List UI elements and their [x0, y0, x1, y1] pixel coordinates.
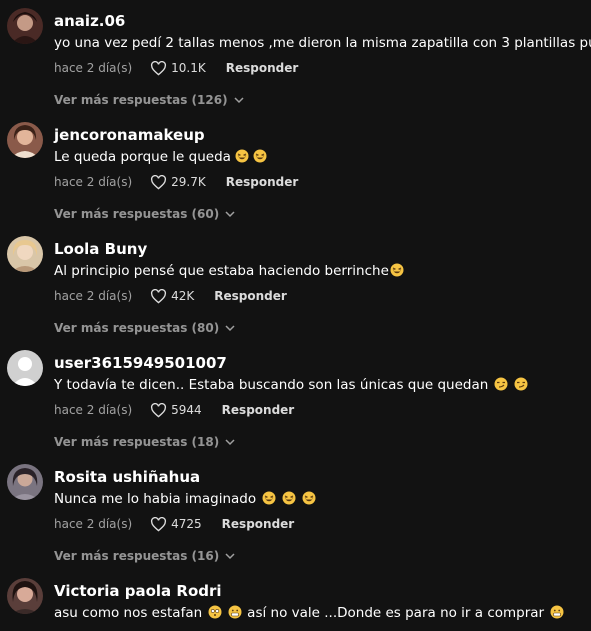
comment-text: Al principio pensé que estaba haciendo b…: [54, 263, 591, 279]
comment-text: yo una vez pedí 2 tallas menos ,me diero…: [54, 35, 591, 51]
comment-username[interactable]: jencoronamakeup: [54, 126, 205, 144]
comment-item: jencoronamakeup Le queda porque le queda…: [0, 114, 591, 228]
comment-username[interactable]: Rosita ushiñahua: [54, 468, 200, 486]
comment-username[interactable]: Victoria paola Rodri: [54, 582, 222, 600]
laughing-emoji-icon: [253, 149, 267, 163]
view-more-replies-label: Ver más respuestas (18): [54, 435, 220, 449]
comment-text-content: asu como nos estafan: [54, 605, 203, 621]
heart-icon: [151, 288, 167, 304]
laughing-emoji-icon: [302, 491, 316, 505]
avatar[interactable]: [7, 8, 43, 44]
heart-icon: [151, 516, 167, 532]
laughing-emoji-icon: [235, 149, 249, 163]
view-more-replies-button[interactable]: Ver más respuestas (16): [54, 547, 235, 565]
avatar[interactable]: [7, 464, 43, 500]
chevron-down-icon: [225, 439, 235, 446]
view-more-replies-button[interactable]: Ver más respuestas (126): [54, 91, 244, 109]
like-button[interactable]: 5944: [150, 402, 202, 418]
laughing-emoji-icon: [390, 263, 404, 277]
chevron-down-icon: [225, 553, 235, 560]
comment-text-content: Nunca me lo habia imaginado: [54, 491, 257, 507]
smirk-emoji-icon: [494, 377, 508, 391]
like-button[interactable]: 4725: [150, 516, 202, 532]
view-more-replies-label: Ver más respuestas (60): [54, 207, 220, 221]
comment-text: asu como nos estafan así no vale ...Donde…: [54, 605, 591, 621]
like-button[interactable]: 42K: [150, 288, 195, 304]
view-more-replies-label: Ver más respuestas (80): [54, 321, 220, 335]
comment-meta: hace 2 día(s) 10.1K Responder: [54, 58, 298, 78]
like-count: 10.1K: [171, 61, 206, 75]
grimace-emoji-icon: [228, 605, 242, 619]
comment-item: Victoria paola Rodri asu como nos estafa…: [0, 570, 591, 631]
comment-meta: hace 2 día(s) 4725 Responder: [54, 514, 294, 534]
avatar[interactable]: [7, 350, 43, 386]
comment-text: Y todavía te dicen.. Estaba buscando son…: [54, 377, 591, 393]
flushed-emoji-icon: [208, 605, 222, 619]
chevron-down-icon: [225, 325, 235, 332]
comment-item: anaiz.06 yo una vez pedí 2 tallas menos …: [0, 0, 591, 114]
comment-time: hace 2 día(s): [54, 403, 133, 417]
like-button[interactable]: 10.1K: [150, 60, 206, 76]
comment-text-content: así no vale ...Donde es para no ir a com…: [247, 605, 545, 621]
comment-time: hace 2 día(s): [54, 175, 133, 189]
comment-meta: hace 2 día(s) 5944 Responder: [54, 400, 294, 420]
comment-text: Nunca me lo habia imaginado: [54, 491, 591, 507]
like-count: 5944: [171, 403, 202, 417]
comment-text-content: Le queda porque le queda: [54, 149, 231, 165]
laughing-emoji-icon: [262, 491, 276, 505]
heart-icon: [151, 174, 167, 190]
view-more-replies-button[interactable]: Ver más respuestas (18): [54, 433, 235, 451]
comment-meta: hace 2 día(s) 29.7K Responder: [54, 172, 298, 192]
default-avatar-icon: [7, 350, 43, 386]
comment-text-content: Al principio pensé que estaba haciendo b…: [54, 263, 389, 279]
heart-icon: [151, 60, 167, 76]
comment-meta: hace 2 día(s) 42K Responder: [54, 286, 287, 306]
comment-text-content: yo una vez pedí 2 tallas menos ,me diero…: [54, 35, 591, 51]
avatar[interactable]: [7, 122, 43, 158]
comment-item: user3615949501007 Y todavía te dicen.. E…: [0, 342, 591, 456]
like-count: 4725: [171, 517, 202, 531]
comment-time: hace 2 día(s): [54, 61, 133, 75]
chevron-down-icon: [225, 211, 235, 218]
comment-username[interactable]: user3615949501007: [54, 354, 227, 372]
avatar[interactable]: [7, 236, 43, 272]
like-button[interactable]: 29.7K: [150, 174, 206, 190]
view-more-replies-label: Ver más respuestas (16): [54, 549, 220, 563]
comment-text-content: Y todavía te dicen.. Estaba buscando son…: [54, 377, 489, 393]
reply-button[interactable]: Responder: [226, 61, 299, 75]
reply-button[interactable]: Responder: [214, 289, 287, 303]
heart-icon: [151, 402, 167, 418]
comment-text: Le queda porque le queda: [54, 149, 591, 165]
comment-item: Rosita ushiñahua Nunca me lo habia imagi…: [0, 456, 591, 570]
laughing-emoji-icon: [282, 491, 296, 505]
reply-button[interactable]: Responder: [222, 517, 295, 531]
smirk-emoji-icon: [514, 377, 528, 391]
view-more-replies-button[interactable]: Ver más respuestas (80): [54, 319, 235, 337]
comment-username[interactable]: anaiz.06: [54, 12, 125, 30]
comment-item: Loola Buny Al principio pensé que estaba…: [0, 228, 591, 342]
comment-time: hace 2 día(s): [54, 289, 133, 303]
reply-button[interactable]: Responder: [222, 403, 295, 417]
like-count: 29.7K: [171, 175, 206, 189]
view-more-replies-label: Ver más respuestas (126): [54, 93, 228, 107]
chevron-down-icon: [234, 97, 244, 104]
comment-username[interactable]: Loola Buny: [54, 240, 147, 258]
view-more-replies-button[interactable]: Ver más respuestas (60): [54, 205, 235, 223]
reply-button[interactable]: Responder: [226, 175, 299, 189]
avatar[interactable]: [7, 578, 43, 614]
like-count: 42K: [171, 289, 195, 303]
comment-time: hace 2 día(s): [54, 517, 133, 531]
grimace-emoji-icon: [550, 605, 564, 619]
